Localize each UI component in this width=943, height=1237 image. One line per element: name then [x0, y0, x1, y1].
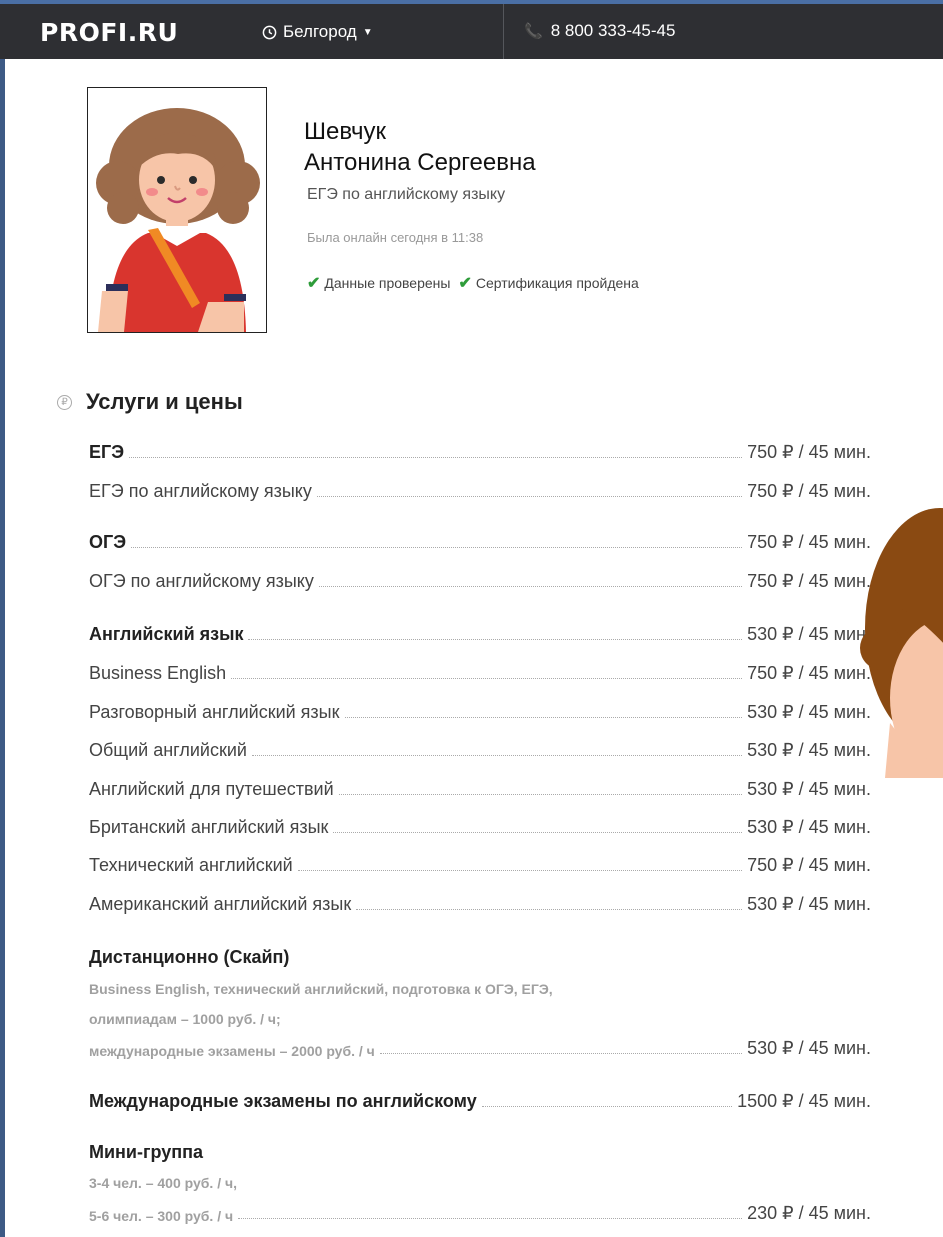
service-price: 1500 ₽ / 45 мин. — [737, 1091, 871, 1111]
service-label: Общий английский — [89, 740, 247, 760]
dotted-leader — [318, 586, 743, 587]
service-label: Технический английский — [89, 855, 293, 875]
price-row: международные экзамены – 2000 руб. / ч 53… — [89, 1037, 871, 1059]
service-price: 530 ₽ / 45 мин. — [747, 740, 871, 760]
city-selector[interactable]: Белгород ▼ — [262, 22, 373, 42]
dotted-leader — [316, 496, 743, 497]
dotted-leader — [248, 639, 743, 640]
service-price: 750 ₽ / 45 мин. — [747, 855, 871, 875]
service-price: 530 ₽ / 45 мин. — [747, 817, 871, 837]
mini-group-note: 3-4 чел. – 400 руб. / ч, — [89, 1175, 238, 1191]
service-label: Американский английский язык — [89, 894, 352, 914]
price-row: 5-6 чел. – 300 руб. / ч 230 ₽ / 45 мин. — [89, 1202, 871, 1224]
service-label: Разговорный английский язык — [89, 702, 340, 722]
tutor-name: Шевчук Антонина Сергеевна — [304, 116, 536, 178]
dotted-leader — [379, 1053, 743, 1054]
price-row: ОГЭ по английскому языку 750 ₽ / 45 мин. — [89, 570, 871, 592]
city-name: Белгород — [283, 22, 357, 41]
remote-note: олимпиадам – 1000 руб. / ч; — [89, 1011, 281, 1027]
cartoon-character-illustration — [860, 508, 943, 778]
service-price: 530 ₽ / 45 мин. — [747, 779, 871, 799]
verification-badges: ✔ Данные проверены ✔ Сертификация пройде… — [307, 273, 639, 293]
price-row: Технический английский 750 ₽ / 45 мин. — [89, 854, 871, 876]
dotted-leader — [238, 1218, 743, 1219]
service-label: Международные экзамены по английскому — [89, 1091, 477, 1111]
checkmark-icon: ✔ — [458, 275, 472, 292]
service-label: ЕГЭ — [89, 442, 125, 462]
remote-title: Дистанционно (Скайп) — [89, 947, 290, 967]
service-label: Британский английский язык — [89, 817, 329, 837]
price-row: Американский английский язык 530 ₽ / 45 м… — [89, 893, 871, 915]
dotted-leader — [481, 1106, 733, 1107]
checkmark-icon: ✔ — [307, 275, 321, 292]
services-title: Услуги и цены — [86, 389, 243, 414]
dotted-leader — [344, 717, 743, 718]
badge-certified: Сертификация пройдена — [475, 275, 639, 291]
service-price: 230 ₽ / 45 мин. — [747, 1203, 871, 1223]
price-row: Британский английский язык 530 ₽ / 45 мин… — [89, 816, 871, 838]
ruble-icon: ₽ — [57, 394, 72, 410]
service-label: ОГЭ — [89, 532, 127, 552]
price-row: ОГЭ 750 ₽ / 45 мин. — [89, 531, 871, 553]
price-row: Разговорный английский язык 530 ₽ / 45 ми… — [89, 701, 871, 723]
service-price: 530 ₽ / 45 мин. — [747, 702, 871, 722]
service-price: 530 ₽ / 45 мин. — [747, 894, 871, 914]
dotted-leader — [338, 794, 743, 795]
service-label: Английский язык — [89, 624, 244, 644]
price-row: Business English 750 ₽ / 45 мин. — [89, 662, 871, 684]
price-row: Английский для путешествий 530 ₽ / 45 мин… — [89, 778, 871, 800]
tutor-last-name: Шевчук — [304, 118, 387, 145]
price-row: ЕГЭ по английскому языку 750 ₽ / 45 мин. — [89, 480, 871, 502]
service-price: 750 ₽ / 45 мин. — [747, 442, 871, 462]
clock-icon — [262, 25, 277, 39]
top-bar: PROFI.RU Белгород ▼ 📞 8 800 333-45-45 — [0, 0, 943, 59]
tutor-first-name: Антонина Сергеевна — [304, 149, 536, 176]
online-status: Была онлайн сегодня в 11:38 — [307, 230, 484, 245]
service-label: международные экзамены – 2000 руб. / ч — [89, 1043, 375, 1059]
service-label: Business English — [89, 663, 227, 683]
service-price: 750 ₽ / 45 мин. — [747, 532, 871, 552]
site-logo[interactable]: PROFI.RU — [40, 18, 178, 47]
dotted-leader — [333, 832, 743, 833]
service-price: 530 ₽ / 45 мин. — [747, 1038, 871, 1058]
chevron-down-icon: ▼ — [362, 26, 373, 38]
service-price: 530 ₽ / 45 мин. — [747, 624, 871, 644]
profile-page: Шевчук Антонина Сергеевна ЕГЭ по английс… — [5, 59, 943, 1237]
dotted-leader — [131, 547, 743, 548]
phone-link[interactable]: 📞 8 800 333-45-45 — [524, 21, 675, 41]
price-row: ЕГЭ 750 ₽ / 45 мин. — [89, 441, 871, 463]
price-row: Международные экзамены по английскому 150… — [89, 1090, 871, 1112]
dotted-leader — [356, 909, 743, 910]
price-row: Общий английский 530 ₽ / 45 мин. — [89, 739, 871, 761]
mini-group-title: Мини-группа — [89, 1142, 204, 1162]
service-label: Английский для путешествий — [89, 779, 334, 799]
dotted-leader — [251, 755, 743, 756]
phone-icon: 📞 — [524, 23, 543, 40]
service-label: ОГЭ по английскому языку — [89, 571, 314, 591]
avatar — [87, 87, 267, 333]
services-heading: ₽ Услуги и цены — [57, 389, 243, 415]
price-row: Английский язык 530 ₽ / 45 мин. — [89, 623, 871, 645]
dotted-leader — [231, 678, 743, 679]
service-price: 750 ₽ / 45 мин. — [747, 663, 871, 683]
service-price: 750 ₽ / 45 мин. — [747, 481, 871, 501]
service-label: 5-6 чел. – 300 руб. / ч — [89, 1208, 234, 1224]
dotted-leader — [297, 870, 743, 871]
tutor-subject: ЕГЭ по английскому языку — [307, 186, 506, 203]
phone-number: 8 800 333-45-45 — [550, 21, 676, 40]
service-label: ЕГЭ по английскому языку — [89, 481, 312, 501]
header-divider — [503, 4, 504, 59]
service-price: 750 ₽ / 45 мин. — [747, 571, 871, 591]
badge-verified: Данные проверены — [324, 275, 451, 291]
remote-note: Business English, технический английский… — [89, 981, 553, 997]
dotted-leader — [129, 457, 743, 458]
